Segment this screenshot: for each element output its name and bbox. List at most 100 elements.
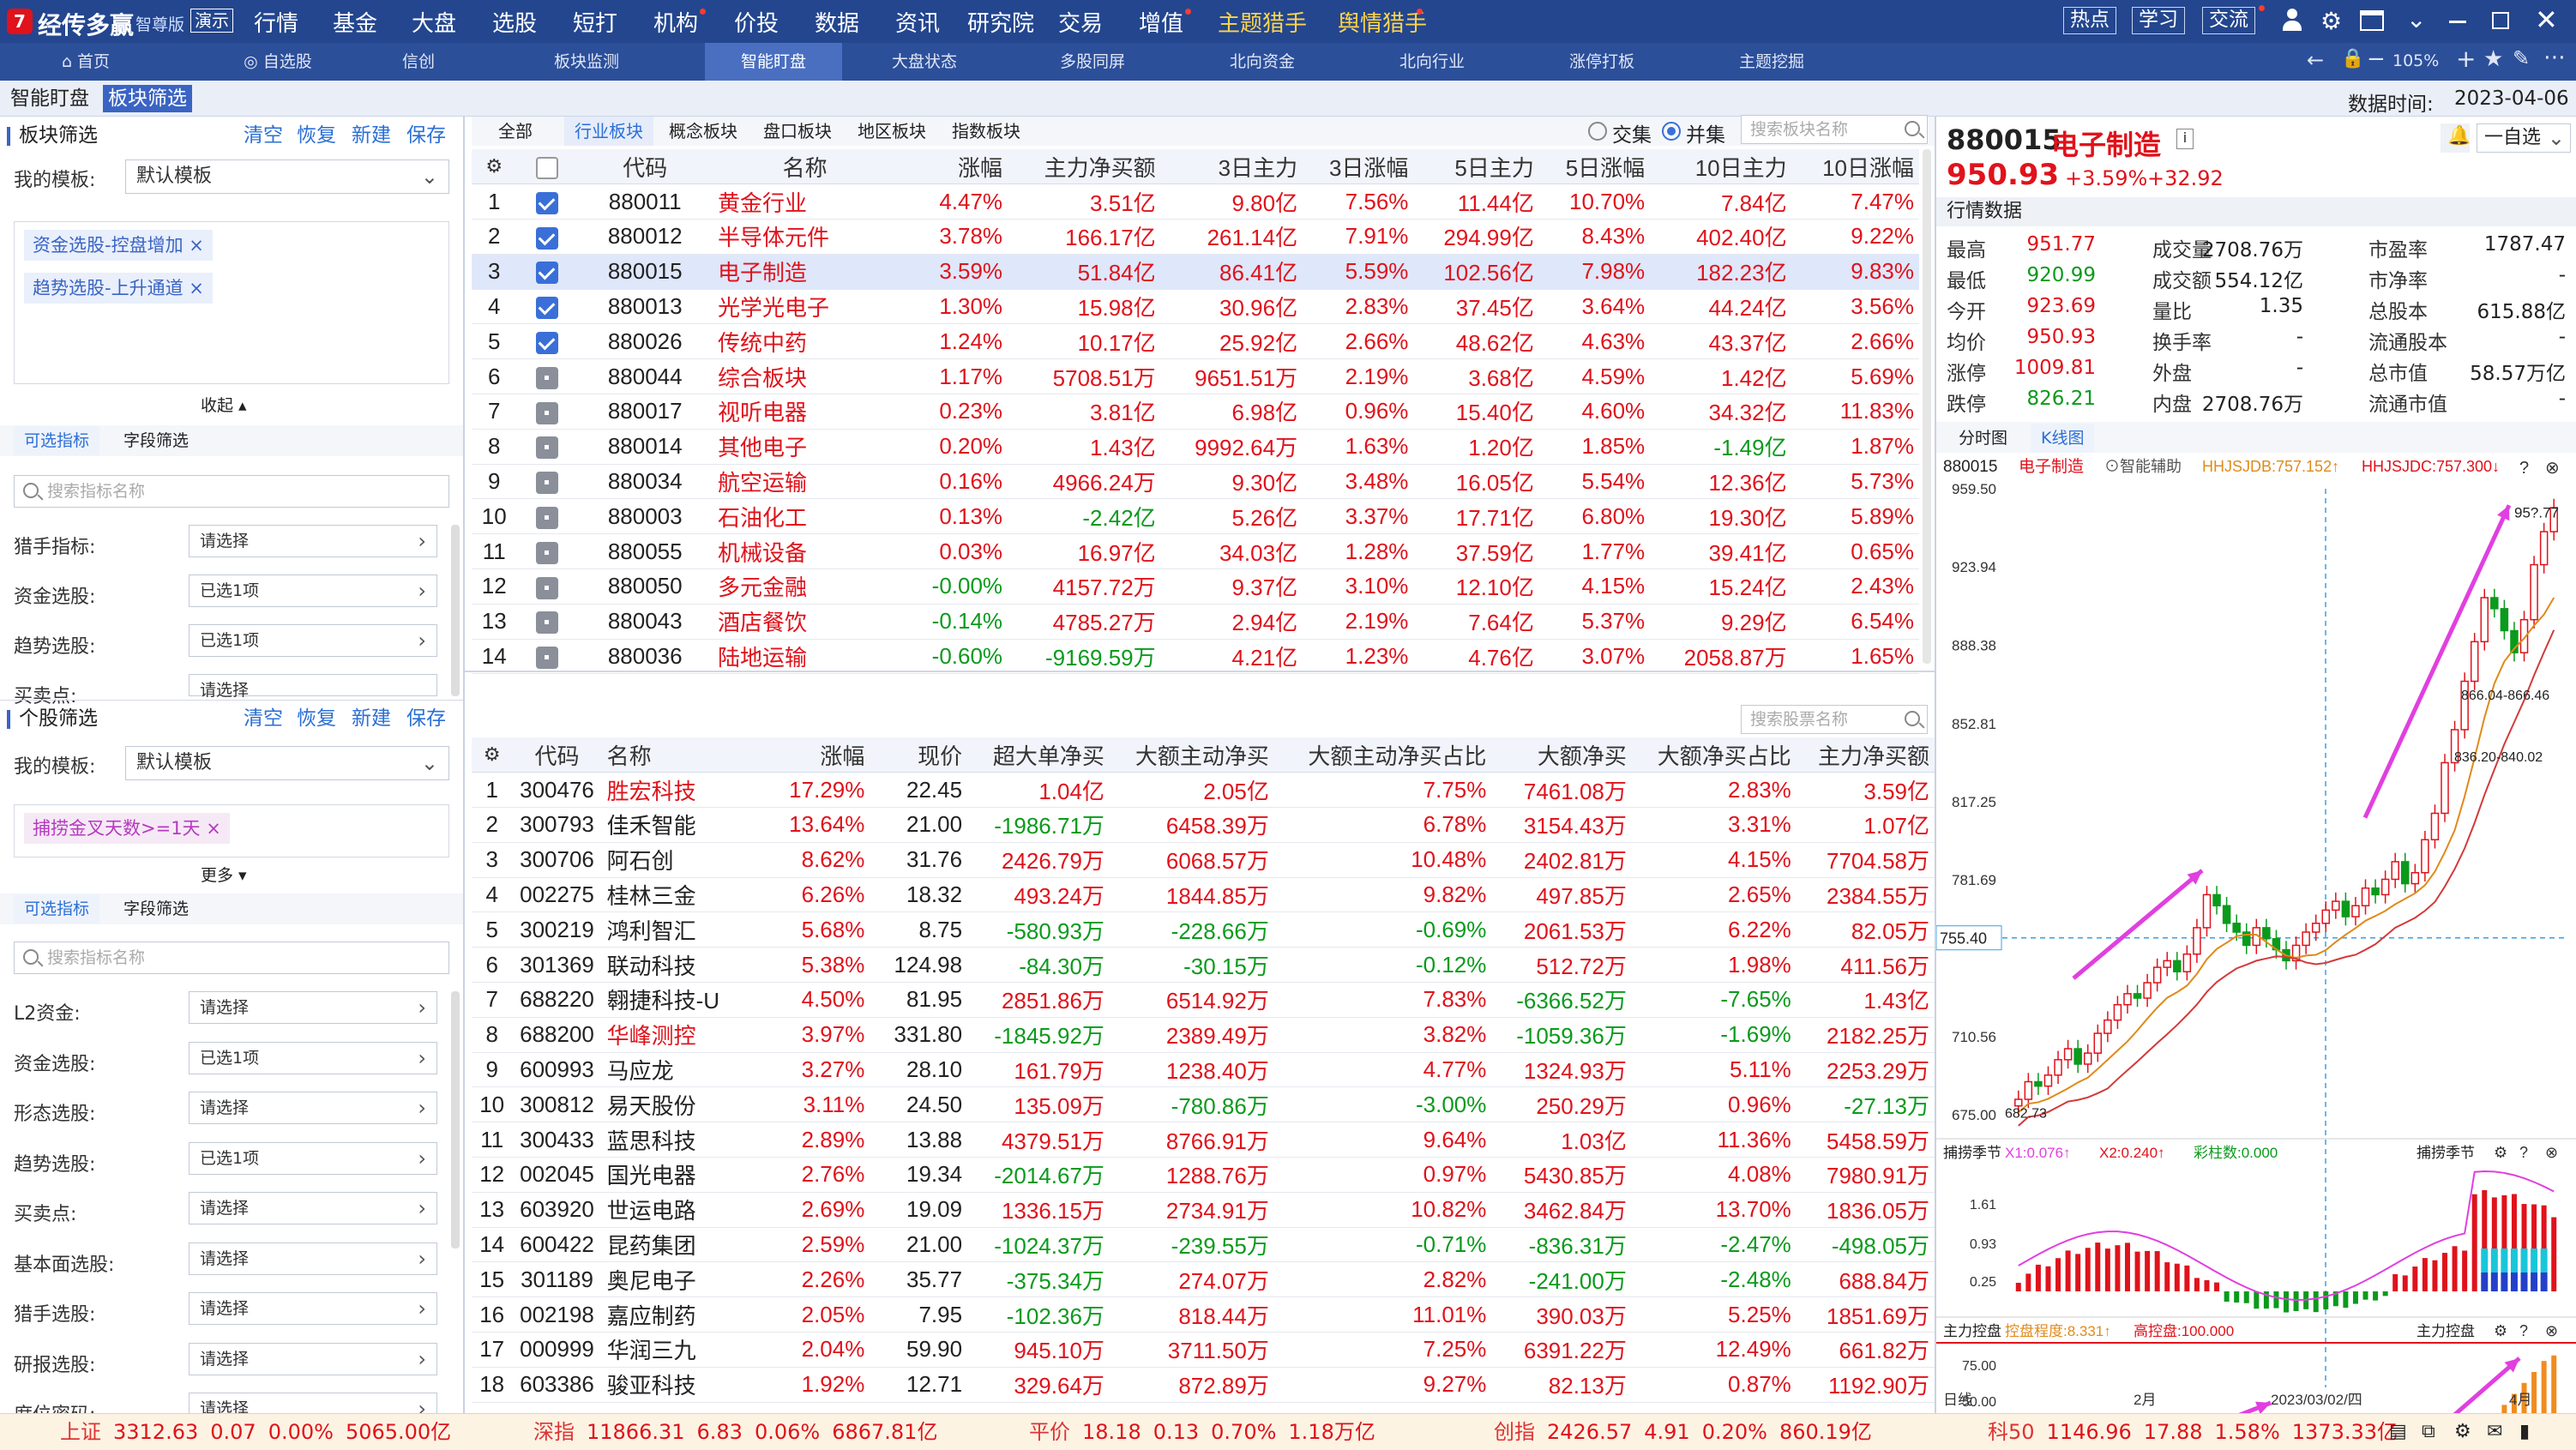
table-row[interactable]: 12 880050 多元金融 -0.00% 4157.72万 9.37亿 3.10% 12.1…: [472, 569, 1919, 605]
index-ticker[interactable]: 上证 3312.63 0.07 0.00% 5065.00亿: [60, 1414, 463, 1450]
stock-name[interactable]: 佳禾智能: [601, 807, 744, 843]
table-row[interactable]: 12 002045 国光电器 2.76% 19.34 -2014.67万 1288.76万 0…: [472, 1157, 1935, 1193]
stock-name[interactable]: 华润三九: [601, 1332, 744, 1368]
sector-name[interactable]: 酒店餐饮: [713, 604, 898, 640]
stock-name[interactable]: 嘉应制药: [601, 1297, 744, 1333]
stock-clear-link[interactable]: 清空: [244, 703, 283, 734]
minimize-icon[interactable]: [2449, 21, 2466, 23]
index-ticker[interactable]: 深指 11866.31 6.83 0.06% 6867.81亿: [533, 1414, 949, 1450]
filter-row-select[interactable]: 请选择 ›: [189, 1342, 437, 1375]
zoom-in-button[interactable]: +: [2456, 45, 2476, 73]
stock-template-select[interactable]: 默认模板 ⌄: [125, 746, 449, 780]
tab-northbound-industry[interactable]: 北向行业: [1381, 43, 1484, 81]
subtab-fields[interactable]: 字段筛选: [113, 894, 199, 924]
subtab-indicators[interactable]: 可选指标: [14, 426, 100, 455]
info-icon[interactable]: i: [2176, 129, 2194, 149]
table-row[interactable]: 14 880036 陆地运输 -0.60% -9169.59万 4.21亿 1.23% 4.7…: [472, 639, 1919, 675]
sector-name[interactable]: 半导体元件: [713, 219, 898, 255]
block-indicator-search[interactable]: 搜索指标名称: [14, 475, 449, 508]
column-header[interactable]: 代码: [577, 149, 713, 185]
stock-name[interactable]: 桂林三金: [601, 877, 744, 913]
column-header[interactable]: 3日主力: [1160, 149, 1303, 185]
scrollbar[interactable]: [451, 991, 460, 1248]
tab-watchlist[interactable]: ◎ 自选股: [218, 43, 338, 81]
stock-restore-link[interactable]: 恢复: [297, 703, 336, 734]
column-header[interactable]: 大额净买: [1491, 737, 1632, 773]
hot-button[interactable]: 热点: [2063, 7, 2116, 34]
row-checkbox[interactable]: [516, 498, 578, 535]
table-row[interactable]: 16 002198 嘉应制药 2.05% 7.95 -102.36万 818.44万 11.0…: [472, 1297, 1935, 1333]
block-tag[interactable]: 资金选股-控盘增加 ×: [24, 230, 213, 261]
table-row[interactable]: 9 880034 航空运输 0.16% 4966.24万 9.30亿 3.48% 16.05亿…: [472, 464, 1919, 500]
row-checkbox[interactable]: [516, 639, 578, 675]
table-row[interactable]: 17 000999 华润三九 2.04% 59.90 945.10万 3711.50万 7.2…: [472, 1332, 1935, 1368]
tab-multi-stock[interactable]: 多股同屏: [1041, 43, 1144, 81]
close-icon[interactable]: ×: [189, 235, 204, 256]
row-checkbox[interactable]: [516, 358, 578, 395]
message-icon[interactable]: ✉: [2487, 1414, 2502, 1450]
exchange-button[interactable]: 交流: [2202, 7, 2255, 34]
bell-icon[interactable]: 🔔: [2441, 123, 2471, 153]
table-row[interactable]: 7 688220 翱捷科技-U 4.50% 81.95 2851.86万 6514.92万 7…: [472, 982, 1935, 1018]
menu-item-theme-hunter[interactable]: 主题猎手: [1218, 6, 1307, 38]
close-icon[interactable]: ×: [189, 278, 204, 298]
table-row[interactable]: 5 300219 鸿利智汇 5.68% 8.75 -580.93万 -228.66万 -0.6…: [472, 912, 1935, 948]
column-header[interactable]: 涨幅: [897, 149, 1008, 185]
sector-name[interactable]: 多元金融: [713, 569, 898, 605]
stock-name[interactable]: 易天股份: [601, 1086, 744, 1123]
menu-item-fund[interactable]: 基金: [333, 6, 377, 38]
row-checkbox[interactable]: [516, 569, 578, 605]
menu-item-select[interactable]: 选股: [492, 6, 537, 38]
stock-name[interactable]: 蓝思科技: [601, 1122, 744, 1158]
settings-icon[interactable]: ⚙: [472, 737, 513, 773]
signal-icon[interactable]: ▮: [2519, 1414, 2530, 1450]
mode-smart-watch[interactable]: 智能盯盘: [5, 85, 94, 112]
menu-item-news[interactable]: 资讯: [895, 6, 940, 38]
sector-name[interactable]: 机械设备: [713, 533, 898, 570]
table-row[interactable]: 2 880012 半导体元件 3.78% 166.17亿 261.14亿 7.91% 294.…: [472, 219, 1919, 255]
menu-item-research[interactable]: 研究院: [967, 6, 1034, 38]
column-header[interactable]: 大额主动净买: [1109, 737, 1274, 773]
stock-name[interactable]: 胜宏科技: [601, 772, 744, 809]
menu-item-value[interactable]: 价投: [734, 6, 779, 38]
table-row[interactable]: 1 300476 胜宏科技 17.29% 22.45 1.04亿 2.05亿 7.75% 746…: [472, 772, 1935, 809]
table-row[interactable]: 18 603386 骏亚科技 1.92% 12.71 329.64万 872.89万 9.27…: [472, 1367, 1935, 1403]
column-header[interactable]: 3日涨幅: [1303, 149, 1414, 185]
stock-tag[interactable]: 捕捞金叉天数>=1天 ×: [24, 813, 230, 844]
tab-smart-watch[interactable]: 智能盯盘: [705, 43, 842, 81]
chart-tab-timeshare[interactable]: 分时图: [1948, 424, 2018, 453]
table-row[interactable]: 6 880044 综合板块 1.17% 5708.51万 9651.51万 2.19% 3.6…: [472, 358, 1919, 395]
sector-tab-industry[interactable]: 行业板块: [564, 117, 653, 146]
table-row[interactable]: 7 880017 视听电器 0.23% 3.81亿 6.98亿 0.96% 15.40亿 4.6…: [472, 394, 1919, 430]
zoom-out-button[interactable]: −: [2367, 46, 2386, 72]
stock-name[interactable]: 翱捷科技-U: [601, 982, 744, 1018]
sector-tab-concept[interactable]: 概念板块: [659, 117, 748, 146]
table-row[interactable]: 11 880055 机械设备 0.03% 16.97亿 34.03亿 1.28% 37.59亿…: [472, 533, 1919, 570]
row-checkbox[interactable]: [516, 219, 578, 255]
kline-chart[interactable]: 880015 电子制造 ⊙智能辅助 HHJSJDB:757.152↑ HHJSJDC:7…: [1936, 453, 2576, 1413]
menu-item-index[interactable]: 大盘: [412, 6, 456, 38]
stock-name[interactable]: 骏亚科技: [601, 1367, 744, 1403]
stock-name[interactable]: 奥尼电子: [601, 1261, 744, 1298]
chart-icon[interactable]: ⧉: [2422, 1414, 2435, 1450]
intersect-radio[interactable]: [1588, 122, 1607, 141]
column-header[interactable]: 名称: [601, 737, 744, 773]
tab-sector-monitor[interactable]: 板块监测: [535, 43, 638, 81]
sector-name[interactable]: 光学光电子: [713, 289, 898, 325]
column-header[interactable]: 代码: [512, 737, 602, 773]
filter-row-select[interactable]: 已选1项 ›: [189, 1141, 437, 1175]
index-ticker[interactable]: 创指 2426.57 4.91 0.20% 860.19亿: [1494, 1414, 1884, 1450]
edit-icon[interactable]: ✎: [2513, 46, 2530, 70]
table-row[interactable]: 4 880013 光学光电子 1.30% 15.98亿 30.96亿 2.83% 37.45亿…: [472, 289, 1919, 325]
filter-row-select[interactable]: 请选择 ›: [189, 991, 437, 1024]
favorite-icon[interactable]: ★: [2483, 46, 2503, 72]
tab-theme-mining[interactable]: 主题挖掘: [1720, 43, 1823, 81]
sector-name[interactable]: 电子制造: [713, 254, 898, 290]
table-row[interactable]: 5 880026 传统中药 1.24% 10.17亿 25.92亿 2.66% 48.62亿 4…: [472, 323, 1919, 360]
column-header[interactable]: 10日主力: [1650, 149, 1792, 185]
stock-save-link[interactable]: 保存: [406, 703, 446, 734]
sector-name[interactable]: 航空运输: [713, 464, 898, 500]
scrollbar[interactable]: [451, 525, 460, 696]
lock-icon[interactable]: 🔒: [2341, 48, 2364, 69]
gear-icon[interactable]: ⚙: [2320, 7, 2342, 35]
